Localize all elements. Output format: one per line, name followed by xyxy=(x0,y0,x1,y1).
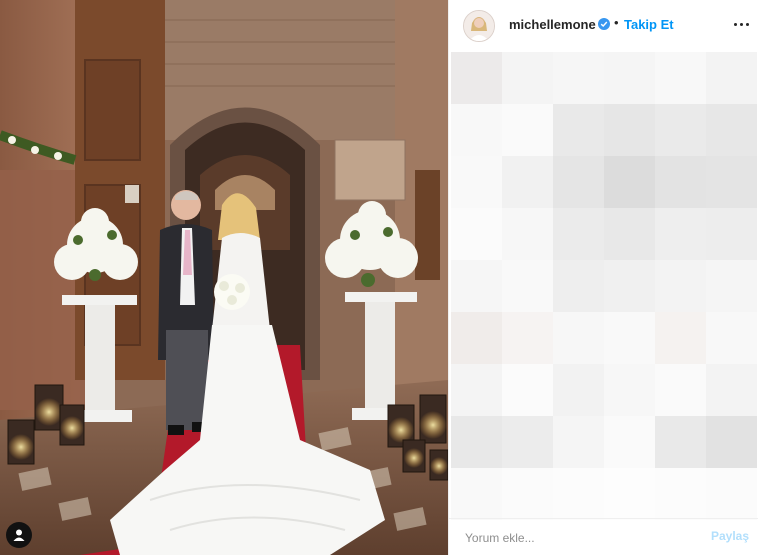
post-photo[interactable] xyxy=(0,0,448,555)
post-header: michellemone • Takip Et xyxy=(449,0,758,50)
username[interactable]: michellemone xyxy=(509,17,596,32)
verified-badge-icon xyxy=(598,18,610,30)
comment-input[interactable] xyxy=(463,527,687,549)
comment-bar: Paylaş xyxy=(449,518,758,556)
post-side-panel: michellemone • Takip Et Paylaş xyxy=(448,0,758,555)
user-tag-icon[interactable] xyxy=(6,522,32,548)
avatar[interactable] xyxy=(463,10,495,42)
more-options-icon[interactable] xyxy=(731,14,751,34)
follow-button[interactable]: Takip Et xyxy=(624,17,674,32)
wedding-photo-illustration xyxy=(0,0,448,555)
separator-dot: • xyxy=(614,15,619,30)
share-button[interactable]: Paylaş xyxy=(711,529,749,543)
avatar-image xyxy=(464,11,494,41)
blurred-comments-area xyxy=(451,52,757,520)
